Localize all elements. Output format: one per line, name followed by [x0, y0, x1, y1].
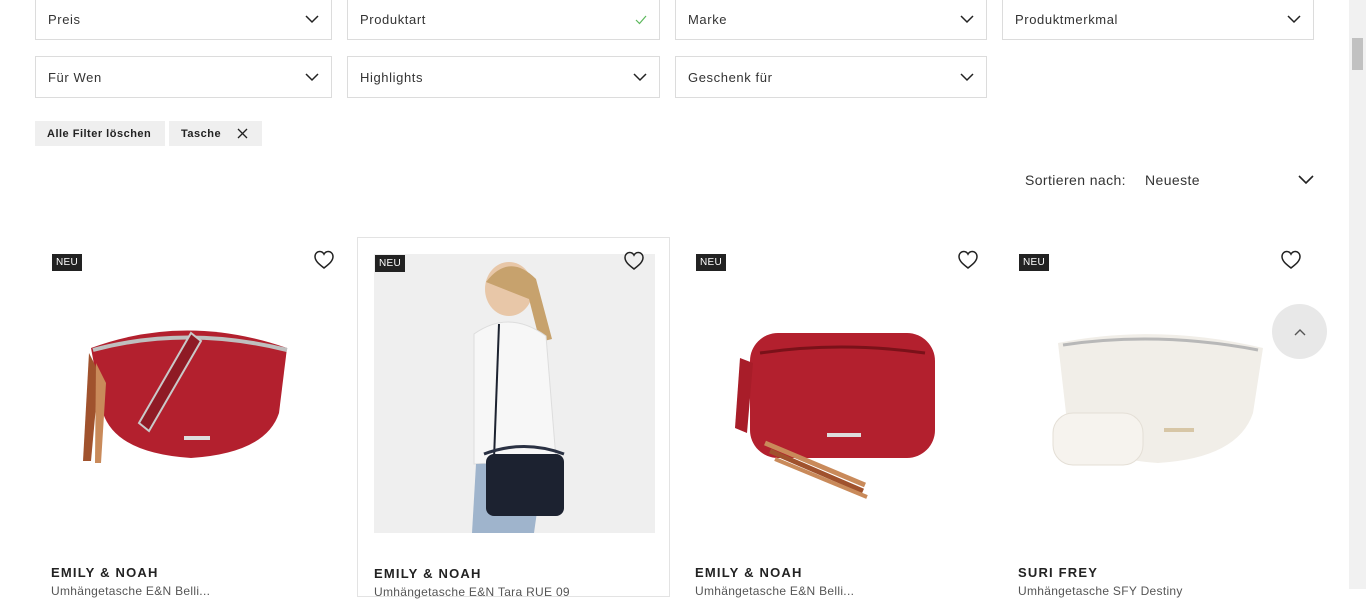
- product-card[interactable]: NEU EMILY & NOAH Umhängetasche E&N Belli…: [35, 237, 347, 598]
- product-title[interactable]: Umhängetasche E&N Belli...: [695, 584, 854, 598]
- chevron-down-icon[interactable]: [1298, 172, 1314, 193]
- filter-label: Produktart: [360, 12, 426, 27]
- sort-label: Sortieren nach:: [1025, 172, 1126, 188]
- product-brand: EMILY & NOAH: [51, 565, 159, 580]
- filter-produktmerkmal[interactable]: Produktmerkmal: [1002, 0, 1314, 40]
- filter-label: Für Wen: [48, 69, 102, 85]
- filter-produktart[interactable]: Produktart: [347, 0, 660, 40]
- back-to-top-button[interactable]: [1272, 304, 1327, 359]
- sort-select[interactable]: Neueste: [1145, 172, 1200, 188]
- heart-icon[interactable]: [313, 249, 335, 276]
- clear-all-filters-button[interactable]: Alle Filter löschen: [35, 121, 165, 146]
- chevron-down-icon: [305, 15, 319, 24]
- filter-marke[interactable]: Marke: [675, 0, 987, 40]
- new-badge: NEU: [696, 254, 727, 271]
- product-card[interactable]: NEU EMILY & NOAH Umhängetasche E&N Tara …: [357, 237, 670, 599]
- product-image[interactable]: [695, 253, 976, 532]
- product-brand: SURI FREY: [1018, 565, 1099, 580]
- product-title[interactable]: Umhängetasche E&N Belli...: [51, 584, 210, 598]
- new-badge: NEU: [52, 254, 83, 271]
- filter-geschenk-fuer[interactable]: Geschenk für: [675, 56, 987, 98]
- chevron-down-icon: [960, 72, 974, 82]
- filter-preis[interactable]: Preis: [35, 0, 332, 40]
- scrollbar[interactable]: [1349, 0, 1366, 589]
- product-title[interactable]: Umhängetasche SFY Destiny: [1018, 584, 1183, 598]
- product-card[interactable]: NEU EMILY & NOAH Umhängetasche E&N Belli…: [679, 237, 991, 598]
- product-card[interactable]: NEU SURI FREY Umhängetasche SFY Destiny: [1002, 237, 1314, 598]
- product-image[interactable]: [1018, 253, 1299, 532]
- chip-label: Tasche: [181, 127, 222, 140]
- chevron-up-icon: [1294, 323, 1306, 341]
- active-filter-chip-tasche[interactable]: Tasche: [169, 121, 262, 146]
- close-icon[interactable]: [237, 128, 248, 142]
- filter-label: Marke: [688, 12, 728, 27]
- filter-label: Geschenk für: [688, 69, 773, 85]
- filter-label: Highlights: [360, 69, 424, 85]
- chevron-down-icon: [305, 72, 319, 82]
- product-image[interactable]: [51, 253, 332, 532]
- filter-label: Produktmerkmal: [1015, 12, 1119, 27]
- filter-fuer-wen[interactable]: Für Wen: [35, 56, 332, 98]
- chevron-down-icon: [1287, 15, 1301, 24]
- heart-icon[interactable]: [1280, 249, 1302, 276]
- filter-highlights[interactable]: Highlights: [347, 56, 660, 98]
- product-brand: EMILY & NOAH: [695, 565, 803, 580]
- product-brand: EMILY & NOAH: [374, 566, 482, 581]
- check-icon: [635, 15, 647, 25]
- new-badge: NEU: [375, 255, 406, 272]
- chevron-down-icon: [960, 15, 974, 24]
- heart-icon[interactable]: [623, 250, 645, 277]
- product-title[interactable]: Umhängetasche E&N Tara RUE 09: [374, 585, 570, 599]
- new-badge: NEU: [1019, 254, 1050, 271]
- product-image[interactable]: [374, 254, 655, 533]
- clear-all-label: Alle Filter löschen: [47, 127, 152, 140]
- filter-label: Preis: [48, 12, 81, 27]
- scrollbar-thumb[interactable]: [1352, 38, 1363, 70]
- chevron-down-icon: [633, 72, 647, 82]
- heart-icon[interactable]: [957, 249, 979, 276]
